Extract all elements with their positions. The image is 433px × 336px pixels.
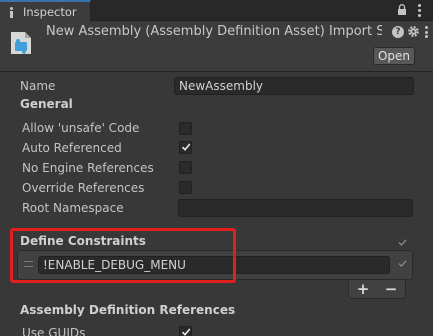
override-references-checkbox[interactable] <box>179 181 192 194</box>
allow-unsafe-label: Allow 'unsafe' Code <box>22 121 140 135</box>
settings-icon[interactable] <box>407 25 420 38</box>
checkmark-icon <box>181 143 191 151</box>
name-label: Name <box>20 79 56 93</box>
tab-inspector[interactable]: Inspector <box>0 0 91 22</box>
tab-menu-icon[interactable] <box>418 4 422 17</box>
add-constraint-button[interactable]: + <box>357 280 370 298</box>
lock-icon[interactable] <box>397 4 407 16</box>
more-options-icon[interactable] <box>425 26 429 38</box>
auto-referenced-checkbox[interactable] <box>179 141 192 154</box>
root-namespace-label: Root Namespace <box>22 201 124 215</box>
open-button[interactable]: Open <box>373 47 415 65</box>
no-engine-references-checkbox[interactable] <box>179 161 192 174</box>
info-icon <box>6 6 17 18</box>
name-field[interactable]: NewAssembly <box>174 77 414 95</box>
no-engine-references-label: No Engine References <box>22 161 154 175</box>
assembly-definition-icon <box>11 32 31 54</box>
auto-referenced-label: Auto Referenced <box>22 141 122 155</box>
constraint-valid-icon <box>398 260 407 267</box>
highlight-box <box>10 228 236 283</box>
checkmark-icon <box>181 328 191 336</box>
allow-unsafe-checkbox[interactable] <box>179 122 192 135</box>
use-guids-checkbox[interactable] <box>179 326 192 336</box>
general-heading: General <box>20 97 73 111</box>
assembly-references-heading: Assembly Definition References <box>20 303 236 317</box>
tab-label: Inspector <box>23 5 77 19</box>
use-guids-label: Use GUIDs <box>22 326 86 336</box>
root-namespace-field[interactable] <box>178 199 413 217</box>
list-add-remove-buttons: + − <box>348 280 406 299</box>
check-icon <box>398 239 407 246</box>
help-icon[interactable]: ? <box>392 26 404 38</box>
remove-constraint-button[interactable]: − <box>385 280 398 298</box>
header-title: New Assembly (Assembly Definition Asset)… <box>46 24 382 39</box>
override-references-label: Override References <box>22 181 145 195</box>
